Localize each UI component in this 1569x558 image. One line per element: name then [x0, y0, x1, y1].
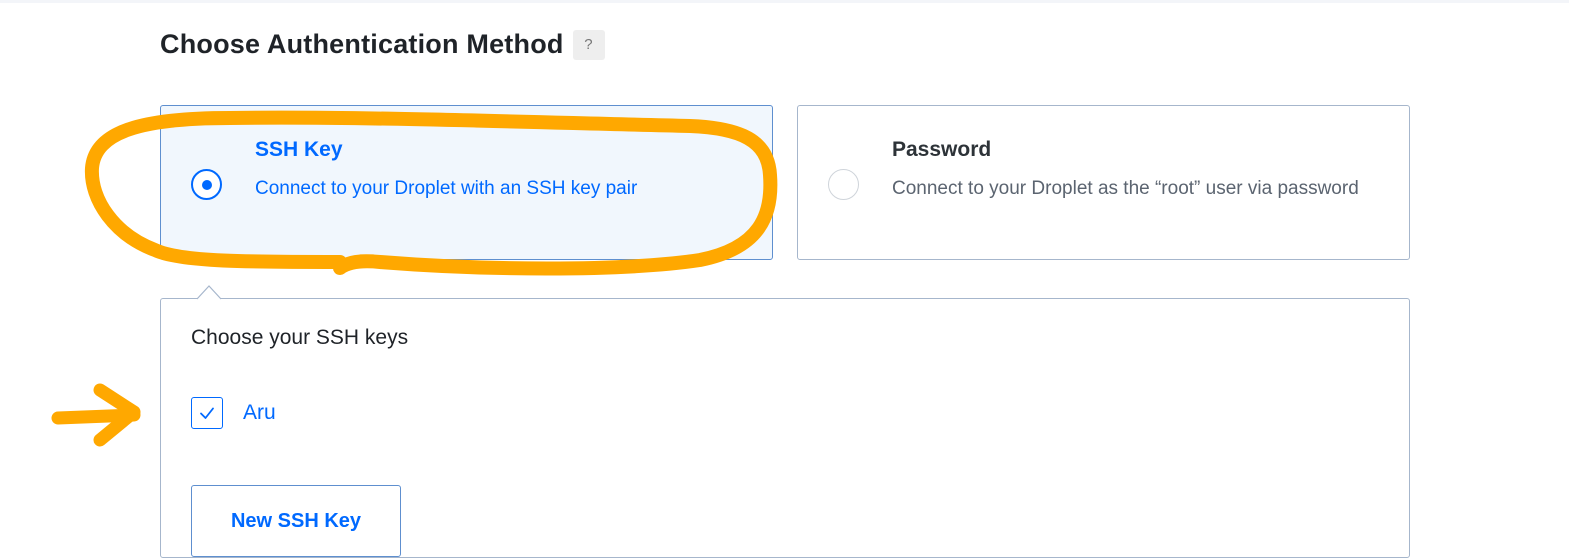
help-button[interactable]: ? [572, 29, 605, 60]
auth-option-ssh-key[interactable]: SSH Key Connect to your Droplet with an … [160, 105, 773, 260]
section-title-text: Choose Authentication Method [160, 29, 564, 59]
auth-option-password[interactable]: Password Connect to your Droplet as the … [797, 105, 1410, 260]
password-option-description: Connect to your Droplet as the “root” us… [892, 178, 1359, 199]
ssh-keys-heading: Choose your SSH keys [191, 326, 409, 349]
ssh-keys-panel: Choose your SSH keys Aru New SSH Key [160, 298, 1410, 558]
radio-selected-dot [202, 180, 212, 190]
new-ssh-key-button[interactable]: New SSH Key [191, 485, 401, 557]
password-radio[interactable] [828, 169, 859, 200]
ssh-key-radio[interactable] [191, 169, 222, 200]
ssh-key-option-description: Connect to your Droplet with an SSH key … [255, 178, 638, 199]
ssh-key-item-aru[interactable]: Aru [191, 397, 276, 429]
ssh-key-checkbox[interactable] [191, 397, 223, 429]
top-divider [0, 0, 1569, 3]
ssh-key-option-title: SSH Key [255, 138, 343, 161]
section-title: Choose Authentication Method ? [160, 29, 605, 60]
checkmark-icon [200, 407, 214, 419]
password-option-title: Password [892, 138, 992, 161]
arrow-annotation [51, 383, 141, 447]
ssh-key-name: Aru [243, 401, 276, 424]
